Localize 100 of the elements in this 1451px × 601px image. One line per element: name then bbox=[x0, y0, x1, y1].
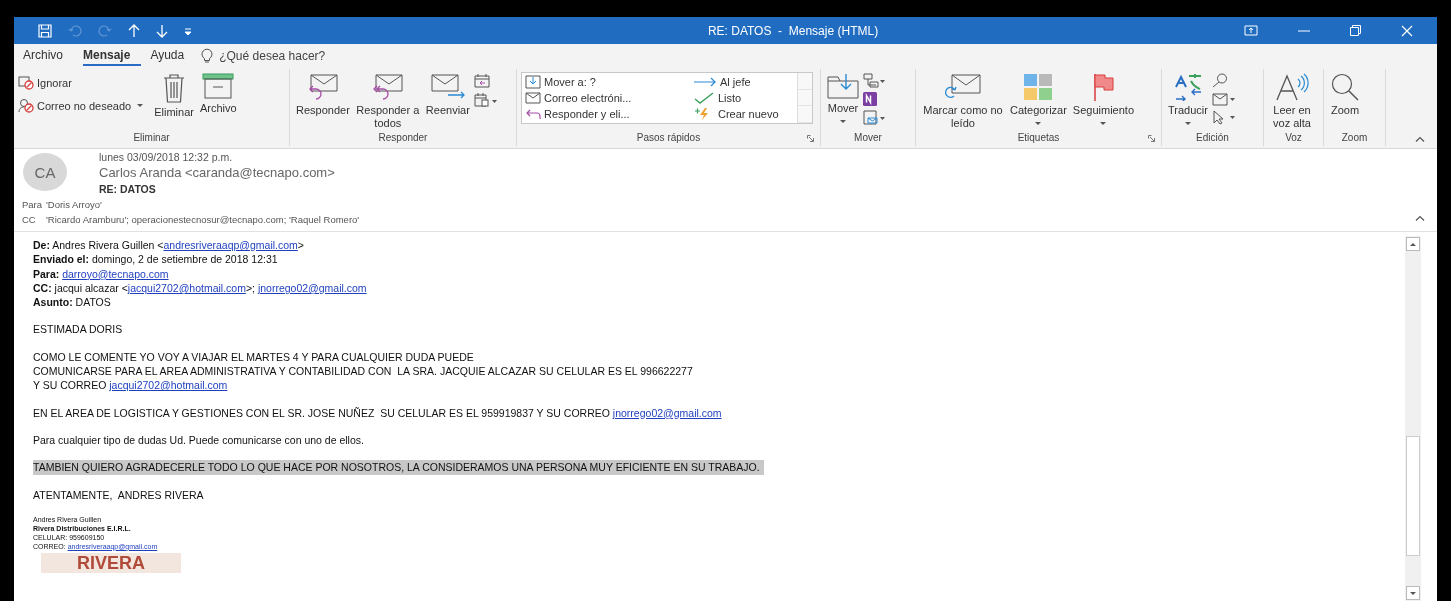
body-text: EN EL AREA DE LOGISTICA Y GESTIONES CON EL SR. JOSE NUÑEZ SU CELULAR ES EL 959919837 Y SU CORREO jnorrego02@gmail.com bbox=[33, 405, 723, 420]
group-label: Edición bbox=[1195, 132, 1230, 145]
menu-tab[interactable]: Mensaje bbox=[83, 45, 142, 66]
ignore-icon bbox=[18, 76, 34, 90]
caret-icon bbox=[1100, 122, 1107, 125]
sender-name: Carlos Aranda <caranda@tecnapo.com> bbox=[99, 165, 335, 180]
read-aloud-button[interactable]: Leer en voz alta bbox=[1268, 71, 1316, 132]
caret-icon bbox=[137, 104, 144, 107]
related-icon[interactable] bbox=[1211, 92, 1236, 106]
forward-button[interactable]: Reenviar bbox=[423, 71, 472, 119]
scroll-up-icon[interactable] bbox=[1406, 237, 1420, 251]
categorize-button[interactable]: Categorizar bbox=[1008, 71, 1069, 129]
delete-button[interactable]: Eliminar bbox=[152, 71, 196, 121]
menu-tab[interactable]: Archivo bbox=[23, 45, 74, 66]
header-line: Enviado el: domingo, 2 de setiembre de 2018 12:31 bbox=[33, 252, 279, 267]
speaker-letter-icon bbox=[1275, 73, 1309, 101]
envelope-refresh-icon bbox=[943, 73, 983, 101]
select-cursor-icon[interactable] bbox=[1211, 110, 1236, 125]
restore-icon[interactable] bbox=[1350, 25, 1361, 36]
move-button[interactable]: Mover bbox=[825, 71, 861, 127]
body-text: ATENTAMENTE, ANDRES RIVERA bbox=[33, 487, 205, 502]
group-label: Mover bbox=[853, 132, 883, 145]
quick-step[interactable]: Al jefe bbox=[693, 74, 793, 90]
ribbon-display-icon[interactable] bbox=[1244, 25, 1258, 36]
collapse-header-icon[interactable] bbox=[1415, 215, 1425, 221]
email-link[interactable]: jacqui2702@hotmail.com bbox=[109, 379, 228, 392]
archive-button[interactable]: Archivo bbox=[197, 71, 239, 117]
body-text: COMUNICARSE PARA EL AREA ADMINISTRATIVA Y CONTABILIDAD CON LA SRA. JACQUIE ALCAZAR SU CELULAR ES EL 996622277 bbox=[33, 364, 694, 379]
body-text: Para cualquier tipo de dudas Ud. Puede comunicarse con uno de ellos. bbox=[33, 432, 365, 448]
email-link[interactable]: jacqui2702@hotmail.com bbox=[127, 281, 246, 294]
avatar: CA bbox=[23, 153, 67, 191]
onenote-icon[interactable] bbox=[863, 92, 877, 106]
minimize-icon[interactable] bbox=[1298, 29, 1310, 32]
translate-button[interactable]: Traducir bbox=[1166, 71, 1210, 129]
group-label: Pasos rápidos bbox=[517, 132, 820, 146]
dialog-launcher-icon[interactable] bbox=[1148, 135, 1155, 142]
calendar-reply-icon[interactable] bbox=[473, 73, 490, 88]
more-actions-icon[interactable] bbox=[473, 92, 498, 107]
body-text: ESTIMADA DORIS bbox=[33, 322, 124, 337]
close-icon[interactable] bbox=[1401, 24, 1413, 37]
caret-icon bbox=[840, 120, 846, 123]
window-title: RE: DATOS - Mensaje (HTML) bbox=[706, 23, 880, 38]
company-logo: RIVERA bbox=[41, 552, 181, 573]
rules-icon[interactable] bbox=[863, 73, 885, 88]
reply-button[interactable]: Responder bbox=[294, 71, 352, 119]
recipient-list: 'Doris Arroyo' bbox=[46, 199, 102, 210]
email-link[interactable]: jnorrego02@gmail.com bbox=[612, 406, 722, 419]
search-icon[interactable] bbox=[1211, 73, 1228, 88]
scroll-down-icon[interactable] bbox=[1406, 586, 1420, 600]
save-icon[interactable] bbox=[38, 23, 52, 38]
email-link[interactable]: jnorrego02@gmail.com bbox=[257, 281, 367, 294]
quick-step[interactable]: Responder y eli... bbox=[525, 106, 693, 122]
magnifier-icon bbox=[1330, 73, 1360, 101]
translate-icon bbox=[1172, 73, 1203, 101]
group-label: Eliminar bbox=[132, 132, 171, 145]
header-line: Asunto: DATOS bbox=[33, 295, 112, 310]
archive-box-icon bbox=[202, 73, 235, 99]
follow-up-button[interactable]: Seguimiento bbox=[1070, 71, 1136, 129]
color-squares-icon bbox=[1023, 73, 1054, 101]
folder-arrow-icon bbox=[827, 73, 859, 99]
person-blocked-icon bbox=[18, 98, 34, 113]
group-label: Etiquetas bbox=[916, 132, 1161, 146]
up-arrow-icon[interactable] bbox=[128, 23, 140, 38]
quick-step[interactable]: Crear nuevo bbox=[693, 106, 793, 122]
scrollbar[interactable] bbox=[1405, 236, 1421, 601]
caret-icon bbox=[1184, 122, 1191, 125]
email-link[interactable]: andresriveraaqp@gmail.com bbox=[163, 239, 298, 251]
ignore-button[interactable]: Ignorar bbox=[18, 76, 147, 90]
reply-all-button[interactable]: Responder a todos bbox=[353, 71, 422, 132]
caret-icon bbox=[1035, 122, 1042, 125]
quick-step[interactable]: Correo electróni... bbox=[525, 91, 693, 105]
search-field[interactable]: ¿Qué desea hacer? bbox=[219, 48, 420, 63]
header-line: Para: darroyo@tecnapo.com bbox=[33, 266, 170, 281]
folder-move-icon bbox=[525, 74, 541, 89]
body-text: Y SU CORREO jacqui2702@hotmail.com bbox=[33, 378, 229, 393]
menu-tab[interactable]: Ayuda bbox=[150, 45, 196, 66]
header-line: CC: jacqui alcazar <jacqui2702@hotmail.com>; jnorrego02@gmail.com bbox=[33, 280, 368, 296]
body-text: COMO LE COMENTE YO VOY A VIAJAR EL MARTES 4 Y PARA CUALQUIER DUDA PUEDE bbox=[33, 349, 475, 365]
mark-unread-button[interactable]: Marcar como no leído bbox=[920, 71, 1006, 132]
trash-icon bbox=[162, 73, 187, 103]
group-label: Voz bbox=[1284, 132, 1303, 145]
reply-arrow-icon bbox=[525, 108, 541, 121]
junk-button[interactable]: Correo no deseado bbox=[18, 98, 147, 113]
zoom-button[interactable]: Zoom bbox=[1328, 71, 1362, 119]
down-arrow-icon[interactable] bbox=[156, 23, 168, 38]
dialog-launcher-icon[interactable] bbox=[807, 135, 814, 142]
customize-icon[interactable] bbox=[184, 26, 192, 35]
email-link[interactable]: darroyo@tecnapo.com bbox=[62, 267, 169, 280]
group-label: Responder bbox=[377, 132, 429, 145]
flag-icon bbox=[1092, 73, 1115, 101]
message-subject: RE: DATOS bbox=[99, 183, 157, 195]
collapse-ribbon-icon[interactable] bbox=[1415, 136, 1425, 142]
checkmark-icon bbox=[693, 92, 715, 104]
right-arrow-icon bbox=[693, 76, 717, 87]
actions-icon[interactable] bbox=[863, 110, 885, 125]
body-text: TAMBIEN QUIERO AGRADECERLE TODO LO QUE HACE POR NOSOTROS, LA CONSIDERAMOS UNA PERSONA MUY EFICIENTE EN SU TRABAJO. bbox=[33, 460, 764, 475]
quick-step[interactable]: Mover a: ? bbox=[525, 74, 693, 90]
header-line: De: Andres Rivera Guillen <andresriveraaqp@gmail.com> bbox=[33, 238, 305, 253]
quick-step[interactable]: Listo bbox=[693, 91, 793, 105]
recipient-label: CC bbox=[22, 214, 37, 225]
